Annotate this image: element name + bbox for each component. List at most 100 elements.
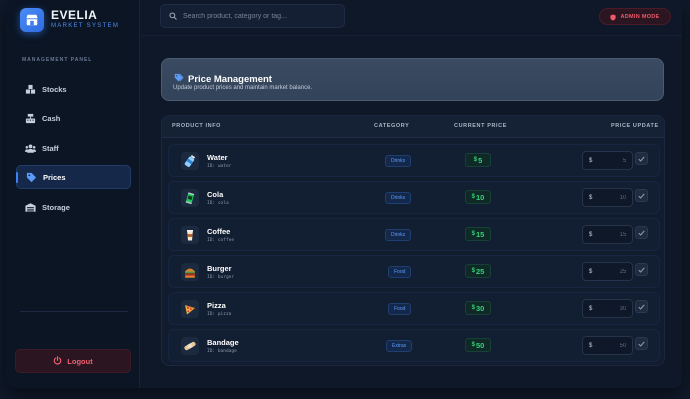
price-input-box: $	[582, 336, 633, 355]
pizza-icon	[181, 300, 199, 318]
coffee-cup-icon	[181, 226, 199, 244]
check-icon	[638, 192, 645, 199]
users-icon	[25, 143, 36, 154]
brand: EVELIA MARKET SYSTEM	[20, 8, 119, 32]
store-logo-icon	[20, 8, 44, 32]
cola-can-icon	[181, 189, 199, 207]
boxes-icon	[25, 84, 36, 95]
column-header-current-price: CURRENT PRICE	[454, 123, 508, 129]
sidebar-item-label: Staff	[42, 143, 59, 153]
table-row: Pizza ID: pizza Food $30 $	[168, 292, 660, 325]
category-badge: Food	[388, 266, 412, 278]
tag-icon	[26, 172, 37, 183]
app-window: EVELIA MARKET SYSTEM MANAGEMENT PANEL St…	[6, 0, 682, 388]
product-id: ID: burger	[207, 275, 235, 280]
sidebar-divider	[20, 311, 128, 312]
price-input-box: $	[582, 262, 633, 281]
section-label: MANAGEMENT PANEL	[22, 57, 93, 63]
current-price: $30	[465, 301, 491, 315]
search-input[interactable]	[183, 12, 333, 20]
price-input[interactable]	[596, 268, 627, 275]
product-name: Burger	[207, 264, 232, 273]
sidebar-item-storage[interactable]: Storage	[16, 195, 131, 219]
check-icon	[638, 340, 645, 347]
topbar: ADMIN MODE	[141, 0, 682, 36]
confirm-price-button[interactable]	[635, 263, 648, 276]
category-badge: Drinks	[385, 229, 412, 241]
sidebar: EVELIA MARKET SYSTEM MANAGEMENT PANEL St…	[6, 0, 140, 388]
category-badge: Food	[388, 303, 412, 315]
category-badge: Extras	[386, 340, 413, 352]
price-input[interactable]	[596, 305, 627, 312]
sidebar-item-label: Storage	[42, 202, 70, 212]
sidebar-item-label: Stocks	[42, 84, 67, 94]
logout-button[interactable]: Logout	[15, 349, 131, 373]
price-input-box: $	[582, 299, 633, 318]
current-price: $15	[465, 227, 491, 241]
shield-icon	[610, 8, 617, 26]
page-header: Price Management Update product prices a…	[161, 58, 664, 101]
check-icon	[638, 266, 645, 273]
product-id: ID: bandage	[207, 349, 237, 354]
confirm-price-button[interactable]	[635, 226, 648, 239]
confirm-price-button[interactable]	[635, 300, 648, 313]
price-input[interactable]	[596, 194, 627, 201]
price-input-box: $	[582, 225, 633, 244]
check-icon	[638, 229, 645, 236]
table-row: Burger ID: burger Food $25 $	[168, 255, 660, 288]
page-title: Price Management	[188, 73, 272, 85]
table-header: PRODUCT INFO CATEGORY CURRENT PRICE PRIC…	[162, 116, 664, 138]
product-id: ID: pizza	[207, 312, 232, 317]
sidebar-item-prices[interactable]: Prices	[16, 165, 131, 189]
product-name: Cola	[207, 190, 224, 199]
table-row: Water ID: water Drinks $5 $	[168, 144, 660, 177]
admin-mode-badge[interactable]: ADMIN MODE	[599, 8, 671, 25]
price-input[interactable]	[596, 342, 627, 349]
sidebar-item-label: Prices	[43, 172, 66, 182]
current-price: $50	[465, 338, 491, 352]
brand-subtitle: MARKET SYSTEM	[51, 23, 120, 29]
confirm-price-button[interactable]	[635, 189, 648, 202]
category-badge: Drinks	[385, 192, 412, 204]
price-table: PRODUCT INFO CATEGORY CURRENT PRICE PRIC…	[161, 115, 665, 366]
price-input[interactable]	[596, 231, 627, 238]
column-header-category: CATEGORY	[374, 123, 410, 129]
table-row: Bandage ID: bandage Extras $50 $	[168, 329, 660, 362]
column-header-product: PRODUCT INFO	[172, 123, 222, 129]
product-name: Water	[207, 153, 228, 162]
confirm-price-button[interactable]	[635, 337, 648, 350]
check-icon	[638, 303, 645, 310]
table-row: Coffee ID: coffee Drinks $15 $	[168, 218, 660, 251]
confirm-price-button[interactable]	[635, 152, 648, 165]
current-price: $10	[465, 190, 491, 204]
sidebar-item-staff[interactable]: Staff	[16, 136, 131, 160]
category-badge: Drinks	[385, 155, 412, 167]
logout-label: Logout	[67, 356, 93, 366]
sidebar-item-cash[interactable]: Cash	[16, 106, 131, 130]
warehouse-icon	[25, 202, 36, 213]
product-name: Bandage	[207, 338, 239, 347]
burger-icon	[181, 263, 199, 281]
table-row: Cola ID: cola Drinks $10 $	[168, 181, 660, 214]
column-header-price-update: PRICE UPDATE	[611, 123, 659, 129]
product-id: ID: water	[207, 164, 232, 169]
check-icon	[638, 155, 645, 162]
search-icon	[169, 7, 177, 25]
price-input-box: $	[582, 188, 633, 207]
product-name: Pizza	[207, 301, 226, 310]
admin-mode-label: ADMIN MODE	[620, 13, 660, 20]
search-box	[160, 4, 345, 28]
bandage-icon	[181, 337, 199, 355]
product-id: ID: coffee	[207, 238, 235, 243]
brand-name: EVELIA	[51, 8, 98, 22]
product-name: Coffee	[207, 227, 231, 236]
page-description: Update product prices and maintain marke…	[173, 85, 313, 91]
current-price: $5	[465, 153, 491, 167]
price-input[interactable]	[596, 157, 627, 164]
water-bottle-icon	[181, 152, 199, 170]
power-icon	[53, 352, 62, 370]
sidebar-item-stocks[interactable]: Stocks	[16, 77, 131, 101]
current-price: $25	[465, 264, 491, 278]
price-input-box: $	[582, 151, 633, 170]
sidebar-item-label: Cash	[42, 113, 61, 123]
